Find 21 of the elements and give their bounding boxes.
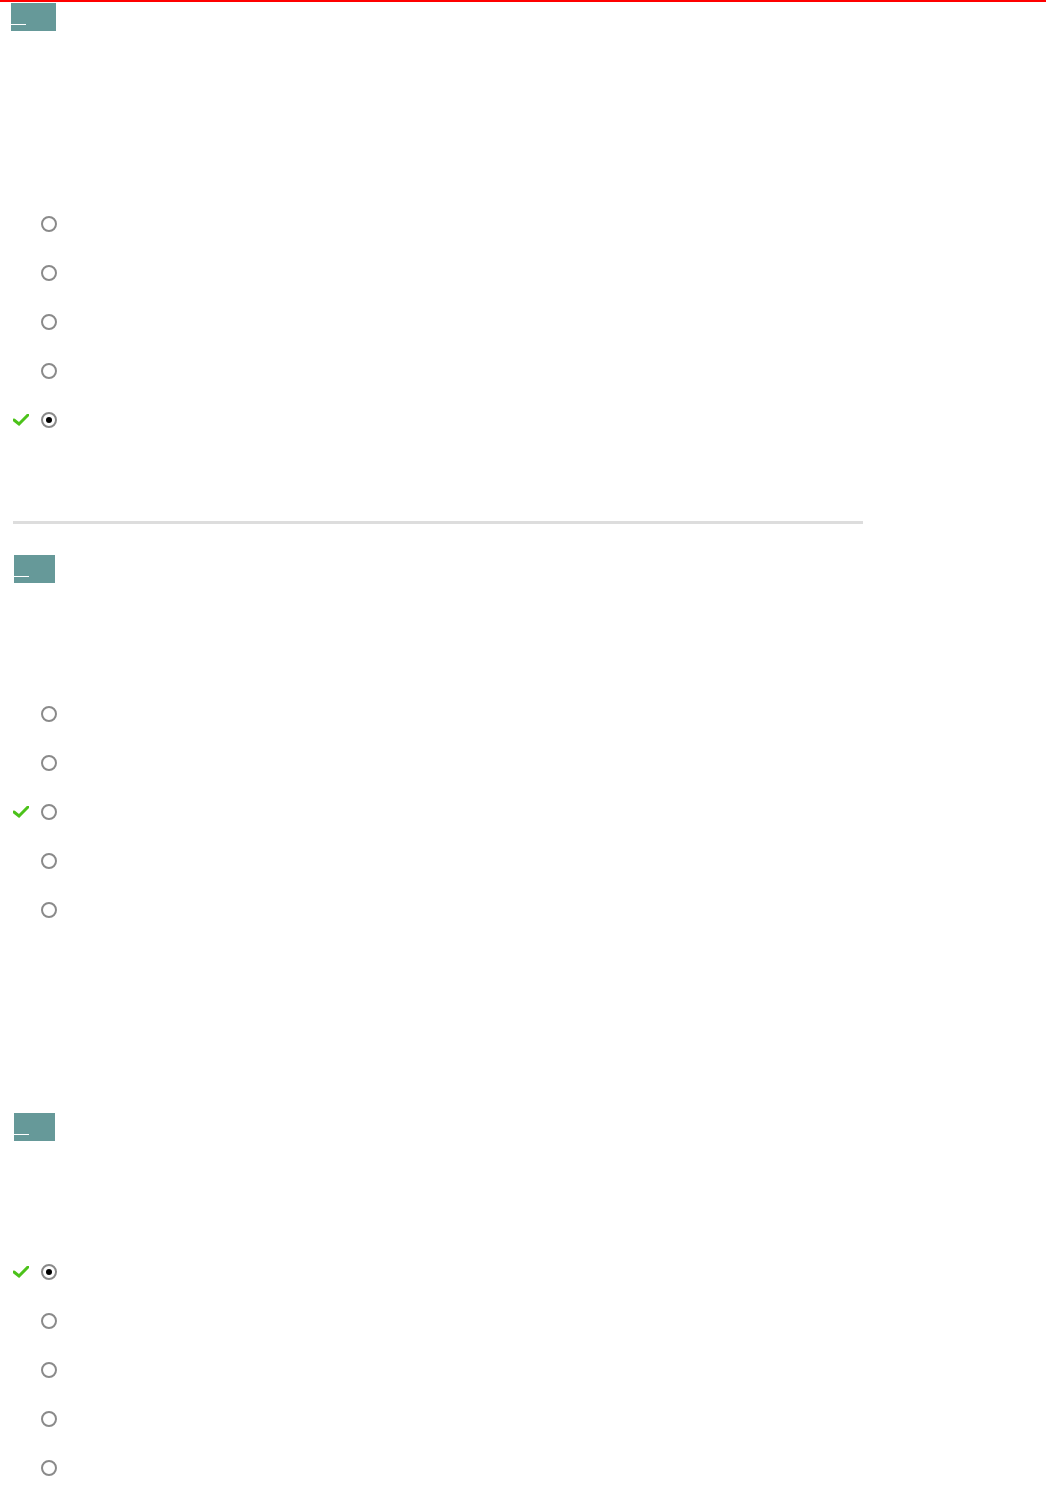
radio-button[interactable] (41, 1460, 57, 1476)
radio-button[interactable] (41, 804, 57, 820)
radio-button[interactable] (41, 314, 57, 330)
question-number-badge (14, 1113, 55, 1141)
checkmark-icon (13, 414, 29, 426)
radio-button[interactable] (41, 1411, 57, 1427)
radio-button[interactable] (41, 902, 57, 918)
checkmark-icon (13, 806, 29, 818)
radio-button[interactable] (41, 265, 57, 281)
question-number-badge (11, 3, 56, 31)
radio-button[interactable] (41, 363, 57, 379)
radio-button[interactable] (41, 412, 57, 428)
radio-button[interactable] (41, 853, 57, 869)
checkmark-icon (13, 1266, 29, 1278)
radio-button[interactable] (41, 216, 57, 232)
radio-button[interactable] (41, 1313, 57, 1329)
radio-button[interactable] (41, 706, 57, 722)
radio-button[interactable] (41, 1362, 57, 1378)
radio-button[interactable] (41, 1264, 57, 1280)
question-number-badge (14, 555, 55, 583)
radio-button[interactable] (41, 755, 57, 771)
